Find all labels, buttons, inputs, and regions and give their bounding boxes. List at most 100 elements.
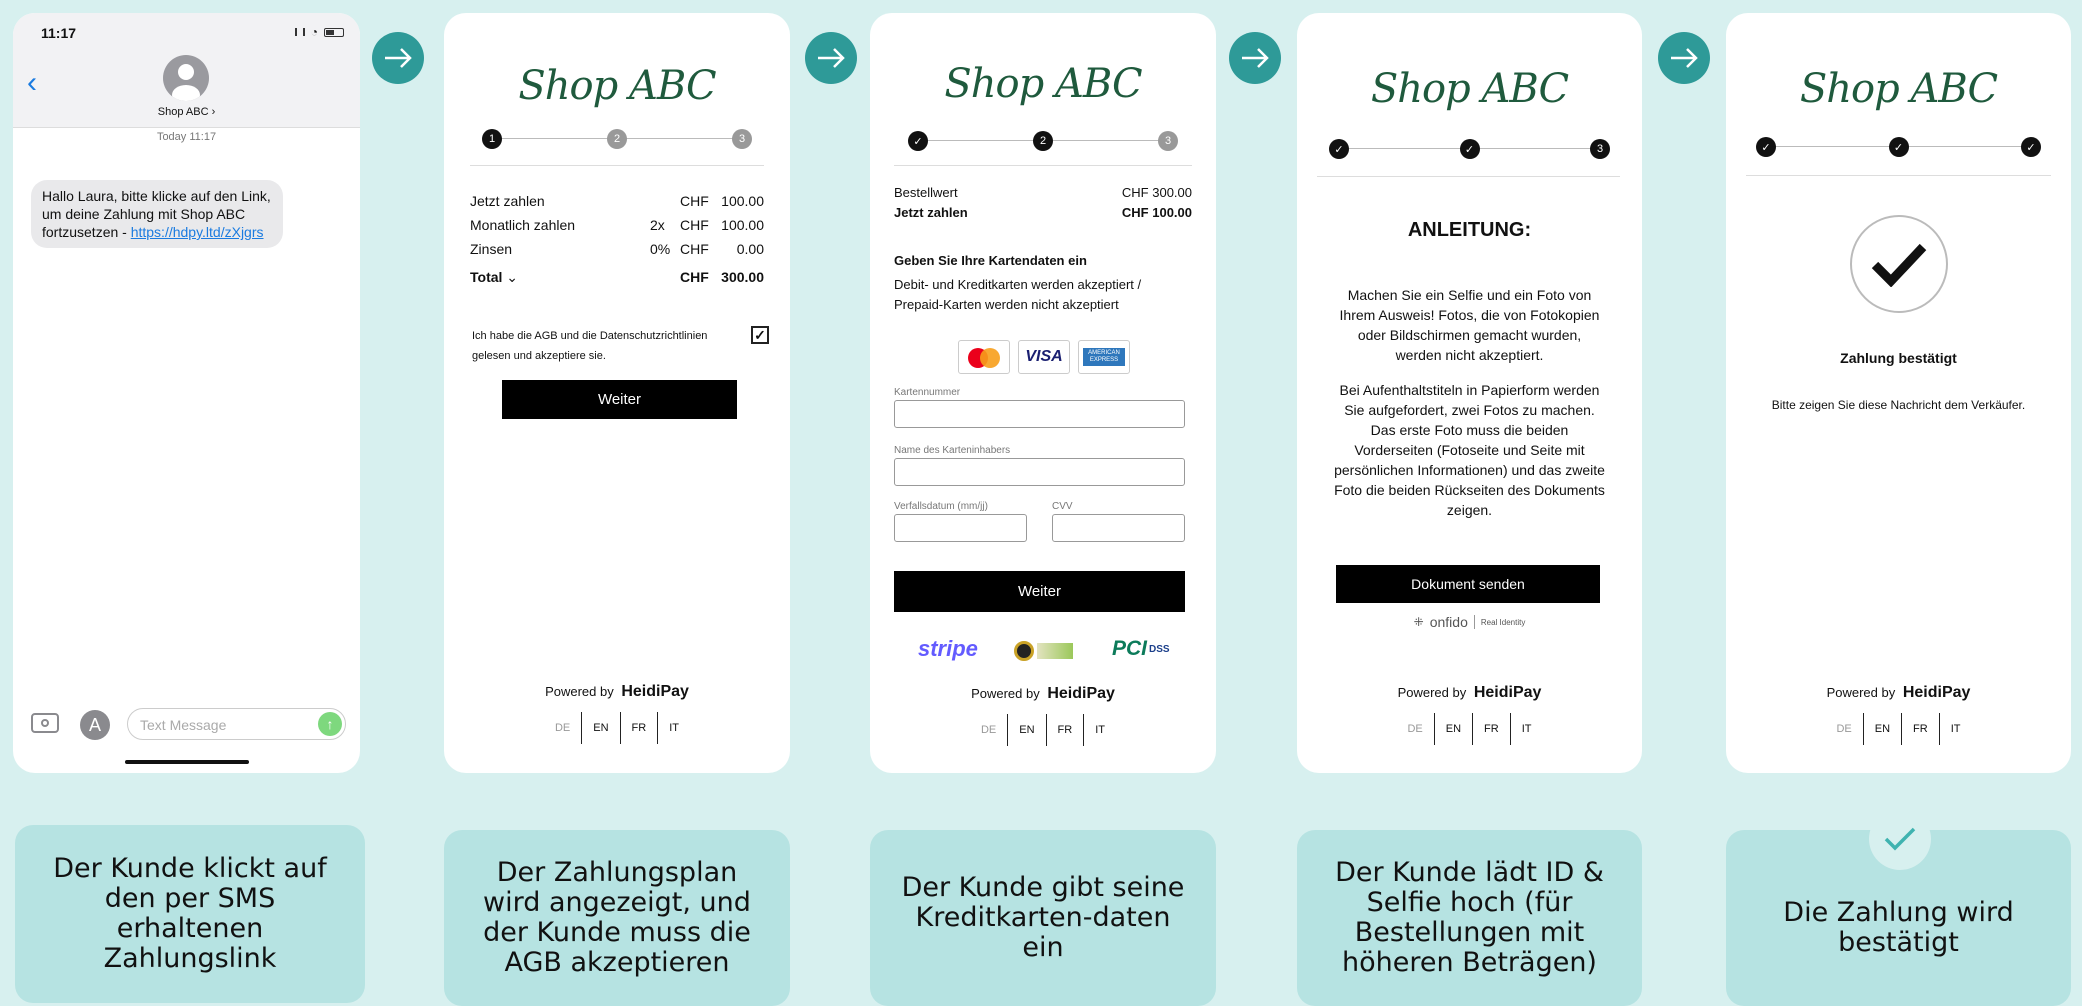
contact-name[interactable]: Shop ABC › bbox=[13, 106, 360, 118]
instructions-heading: ANLEITUNG: bbox=[1407, 219, 1532, 241]
confirm-check-icon bbox=[1850, 215, 1948, 313]
lang-en[interactable]: EN bbox=[1007, 714, 1045, 746]
step-3-done: ✓ bbox=[2021, 137, 2041, 157]
lang-fr[interactable]: FR bbox=[1472, 713, 1510, 745]
lang-en[interactable]: EN bbox=[1862, 713, 1901, 745]
lang-en[interactable]: EN bbox=[1433, 713, 1472, 745]
next-arrow-icon bbox=[1658, 32, 1710, 84]
visa-logo: VISA bbox=[1018, 340, 1070, 374]
sms-screen: 11:17 ◔ ‹ Shop ABC › Today 11:17 Hallo L… bbox=[13, 13, 360, 773]
shop-logo: Shop ABC bbox=[1370, 66, 1569, 112]
step-3: 3 bbox=[1590, 139, 1610, 159]
stepper: ✓ ✓ ✓ bbox=[1756, 135, 2041, 159]
step-1-done: ✓ bbox=[908, 131, 928, 151]
sms-input[interactable]: Text Message ↑ bbox=[127, 708, 346, 740]
lang-fr[interactable]: FR bbox=[619, 712, 658, 744]
send-document-button[interactable]: Dokument senden bbox=[1336, 565, 1600, 603]
step-2: 2 bbox=[607, 129, 627, 149]
status-icons: ◔ bbox=[294, 25, 344, 39]
lang-de[interactable]: DE bbox=[970, 714, 1007, 746]
caption-step-2: Der Zahlungsplan wird angezeigt, und der… bbox=[444, 830, 790, 1006]
powered-by: Powered by HeidiPay bbox=[1826, 684, 1971, 701]
amex-logo: AMERICAN EXPRESS bbox=[1078, 340, 1130, 374]
security-badge-icon bbox=[1014, 640, 1076, 662]
language-switcher: DE EN FR IT bbox=[870, 714, 1216, 746]
lang-en[interactable]: EN bbox=[581, 712, 619, 744]
shop-logo: Shop ABC bbox=[518, 63, 716, 109]
camera-icon[interactable] bbox=[31, 713, 59, 733]
message-date: Today 11:17 bbox=[156, 131, 217, 143]
home-indicator bbox=[125, 760, 249, 764]
card-subtext: Debit- und Kreditkarten werden akzeptier… bbox=[894, 277, 1142, 312]
sms-placeholder: Text Message bbox=[140, 717, 227, 733]
card-heading: Geben Sie Ihre Kartendaten ein bbox=[894, 253, 1087, 268]
weiter-button[interactable]: Weiter bbox=[894, 571, 1185, 612]
step-1: 1 bbox=[482, 129, 502, 149]
instructions-para1: Machen Sie ein Selfie und ein Foto von I… bbox=[1339, 287, 1600, 363]
plan-row: Zinsen 0% CHF 0.00 bbox=[470, 241, 764, 257]
lang-it[interactable]: IT bbox=[1509, 713, 1543, 745]
status-time: 11:17 bbox=[41, 25, 77, 41]
contact-avatar[interactable] bbox=[163, 55, 209, 101]
confirm-title: Zahlung bestätigt bbox=[1840, 350, 1957, 366]
onfido-mark-icon: ⁜ bbox=[1413, 615, 1424, 629]
consent-checkbox[interactable]: ✓ bbox=[751, 326, 769, 344]
pci-dss-logo: PCI DSS bbox=[1112, 637, 1170, 660]
cvv-input[interactable] bbox=[1052, 514, 1185, 542]
language-switcher: DE EN FR IT bbox=[444, 712, 790, 744]
battery-icon bbox=[324, 27, 344, 37]
card-holder-label: Name des Karteninhabers bbox=[894, 445, 1011, 456]
step-2: 2 bbox=[1033, 131, 1053, 151]
caption-step-4: Der Kunde lädt ID & Selfie hoch (für Bes… bbox=[1297, 830, 1642, 1006]
step-2-done: ✓ bbox=[1459, 139, 1480, 159]
language-switcher: DE EN FR IT bbox=[1726, 713, 2071, 745]
appstore-icon[interactable]: A bbox=[80, 710, 110, 740]
expiry-input[interactable] bbox=[894, 514, 1027, 542]
heidipay-logo: HeidiPay bbox=[1902, 684, 1971, 701]
lang-de[interactable]: DE bbox=[1825, 713, 1862, 745]
back-chevron-icon[interactable]: ‹ bbox=[27, 68, 37, 98]
powered-by: Powered by HeidiPay bbox=[971, 685, 1115, 702]
stripe-logo: stripe bbox=[918, 636, 978, 661]
expiry-label: Verfallsdatum (mm/jj) bbox=[894, 501, 988, 512]
next-arrow-icon bbox=[805, 32, 857, 84]
consent-text: Ich habe die AGB und die Datenschutzrich… bbox=[472, 330, 708, 362]
lang-de[interactable]: DE bbox=[544, 712, 581, 744]
step-1-done: ✓ bbox=[1756, 137, 1776, 157]
onfido-logo: ⁜ onfido Real Identity bbox=[1413, 614, 1526, 630]
caption-check-icon bbox=[1869, 808, 1931, 870]
card-holder-input[interactable] bbox=[894, 458, 1185, 486]
send-arrow-icon[interactable]: ↑ bbox=[318, 712, 342, 736]
payment-plan-screen: Shop ABC 1 2 3 Jetzt zahlen CHF 100.00 M… bbox=[444, 13, 790, 773]
person-icon bbox=[172, 64, 200, 101]
chevron-down-icon: ⌄ bbox=[506, 269, 519, 285]
stepper: ✓ ✓ 3 bbox=[1329, 137, 1610, 161]
step-3: 3 bbox=[732, 129, 752, 149]
confirmation-screen: Shop ABC ✓ ✓ ✓ Zahlung bestätigt Bitte z… bbox=[1726, 13, 2071, 773]
powered-by: Powered by HeidiPay bbox=[1397, 684, 1542, 701]
step-1-done: ✓ bbox=[1329, 139, 1349, 159]
lang-it[interactable]: IT bbox=[657, 712, 690, 744]
plan-row: Jetzt zahlen CHF 100.00 bbox=[470, 193, 764, 209]
pay-now-row: Jetzt zahlen CHF 100.00 bbox=[894, 205, 1192, 220]
card-number-input[interactable] bbox=[894, 400, 1185, 428]
payment-link[interactable]: https://hdpy.ltd/zXjgrs bbox=[131, 224, 264, 240]
cvv-label: CVV bbox=[1052, 501, 1073, 512]
plan-total-row[interactable]: Total ⌄ CHF 300.00 bbox=[470, 269, 764, 286]
weiter-button[interactable]: Weiter bbox=[502, 380, 737, 419]
lang-fr[interactable]: FR bbox=[1901, 713, 1939, 745]
lang-it[interactable]: IT bbox=[1938, 713, 1972, 745]
stepper: 1 2 3 bbox=[482, 127, 752, 151]
card-details-screen: Shop ABC ✓ 2 3 Bestellwert CHF 300.00 Jet… bbox=[870, 13, 1216, 773]
mastercard-logo bbox=[958, 340, 1010, 374]
wifi-icon: ◔ bbox=[310, 25, 318, 39]
step-2-done: ✓ bbox=[1888, 137, 1909, 157]
powered-by: Powered by HeidiPay bbox=[545, 683, 689, 700]
lang-fr[interactable]: FR bbox=[1045, 714, 1084, 746]
message-bubble: Hallo Laura, bitte klicke auf den Link, … bbox=[31, 180, 283, 248]
lang-it[interactable]: IT bbox=[1083, 714, 1116, 746]
plan-row: Monatlich zahlen 2x CHF 100.00 bbox=[470, 217, 764, 233]
lang-de[interactable]: DE bbox=[1396, 713, 1433, 745]
stepper: ✓ 2 3 bbox=[908, 129, 1178, 153]
language-switcher: DE EN FR IT bbox=[1297, 713, 1642, 745]
